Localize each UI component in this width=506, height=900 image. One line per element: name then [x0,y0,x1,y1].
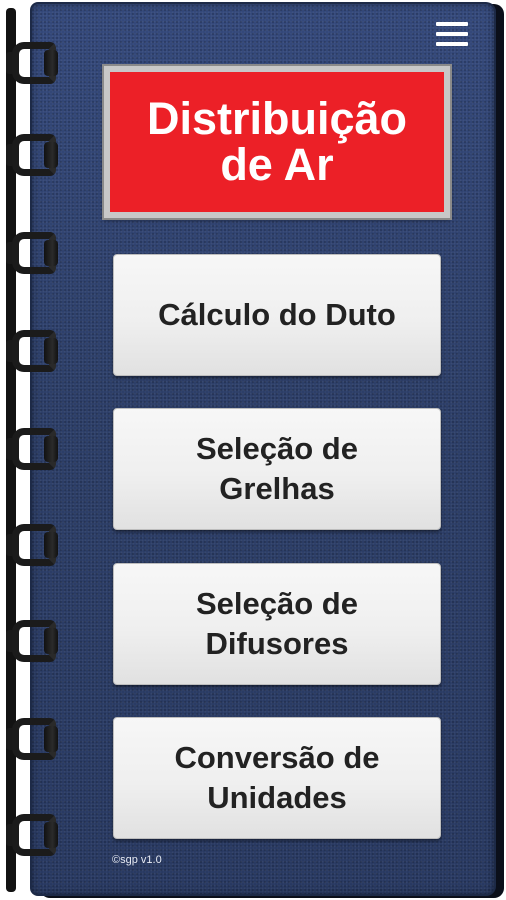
binder-ring [0,714,64,764]
binder-ring [0,810,64,860]
version-label: ©sgp v1.0 [112,854,162,866]
diffuser-selection-button[interactable]: Seleção de Difusores [113,563,441,685]
duct-calculation-button[interactable]: Cálculo do Duto [113,254,441,376]
button-label: Cálculo do Duto [158,297,396,332]
button-label: Difusores [205,626,349,661]
button-label: Seleção de [196,586,358,621]
binder-ring [0,424,64,474]
grille-selection-button[interactable]: Seleção de Grelhas [113,408,441,530]
app-title-line-2: de Ar [220,139,334,190]
binder-ring [0,38,64,88]
app-title-line-1: Distribuição [146,93,408,144]
binder-ring [0,520,64,570]
app-screen: Distribuição de Ar Cálculo do Duto Seleç… [0,0,506,900]
hamburger-menu-icon[interactable] [428,16,478,56]
button-label: Grelhas [219,471,335,506]
unit-conversion-button[interactable]: Conversão de Unidades [113,717,441,839]
binder-ring [0,228,64,278]
button-label: Conversão de [174,740,380,775]
binder-ring [0,130,64,180]
app-title-banner: Distribuição de Ar [102,64,452,220]
button-label: Unidades [207,780,347,815]
binder-ring [0,326,64,376]
button-label: Seleção de [196,431,358,466]
binder-ring [0,616,64,666]
